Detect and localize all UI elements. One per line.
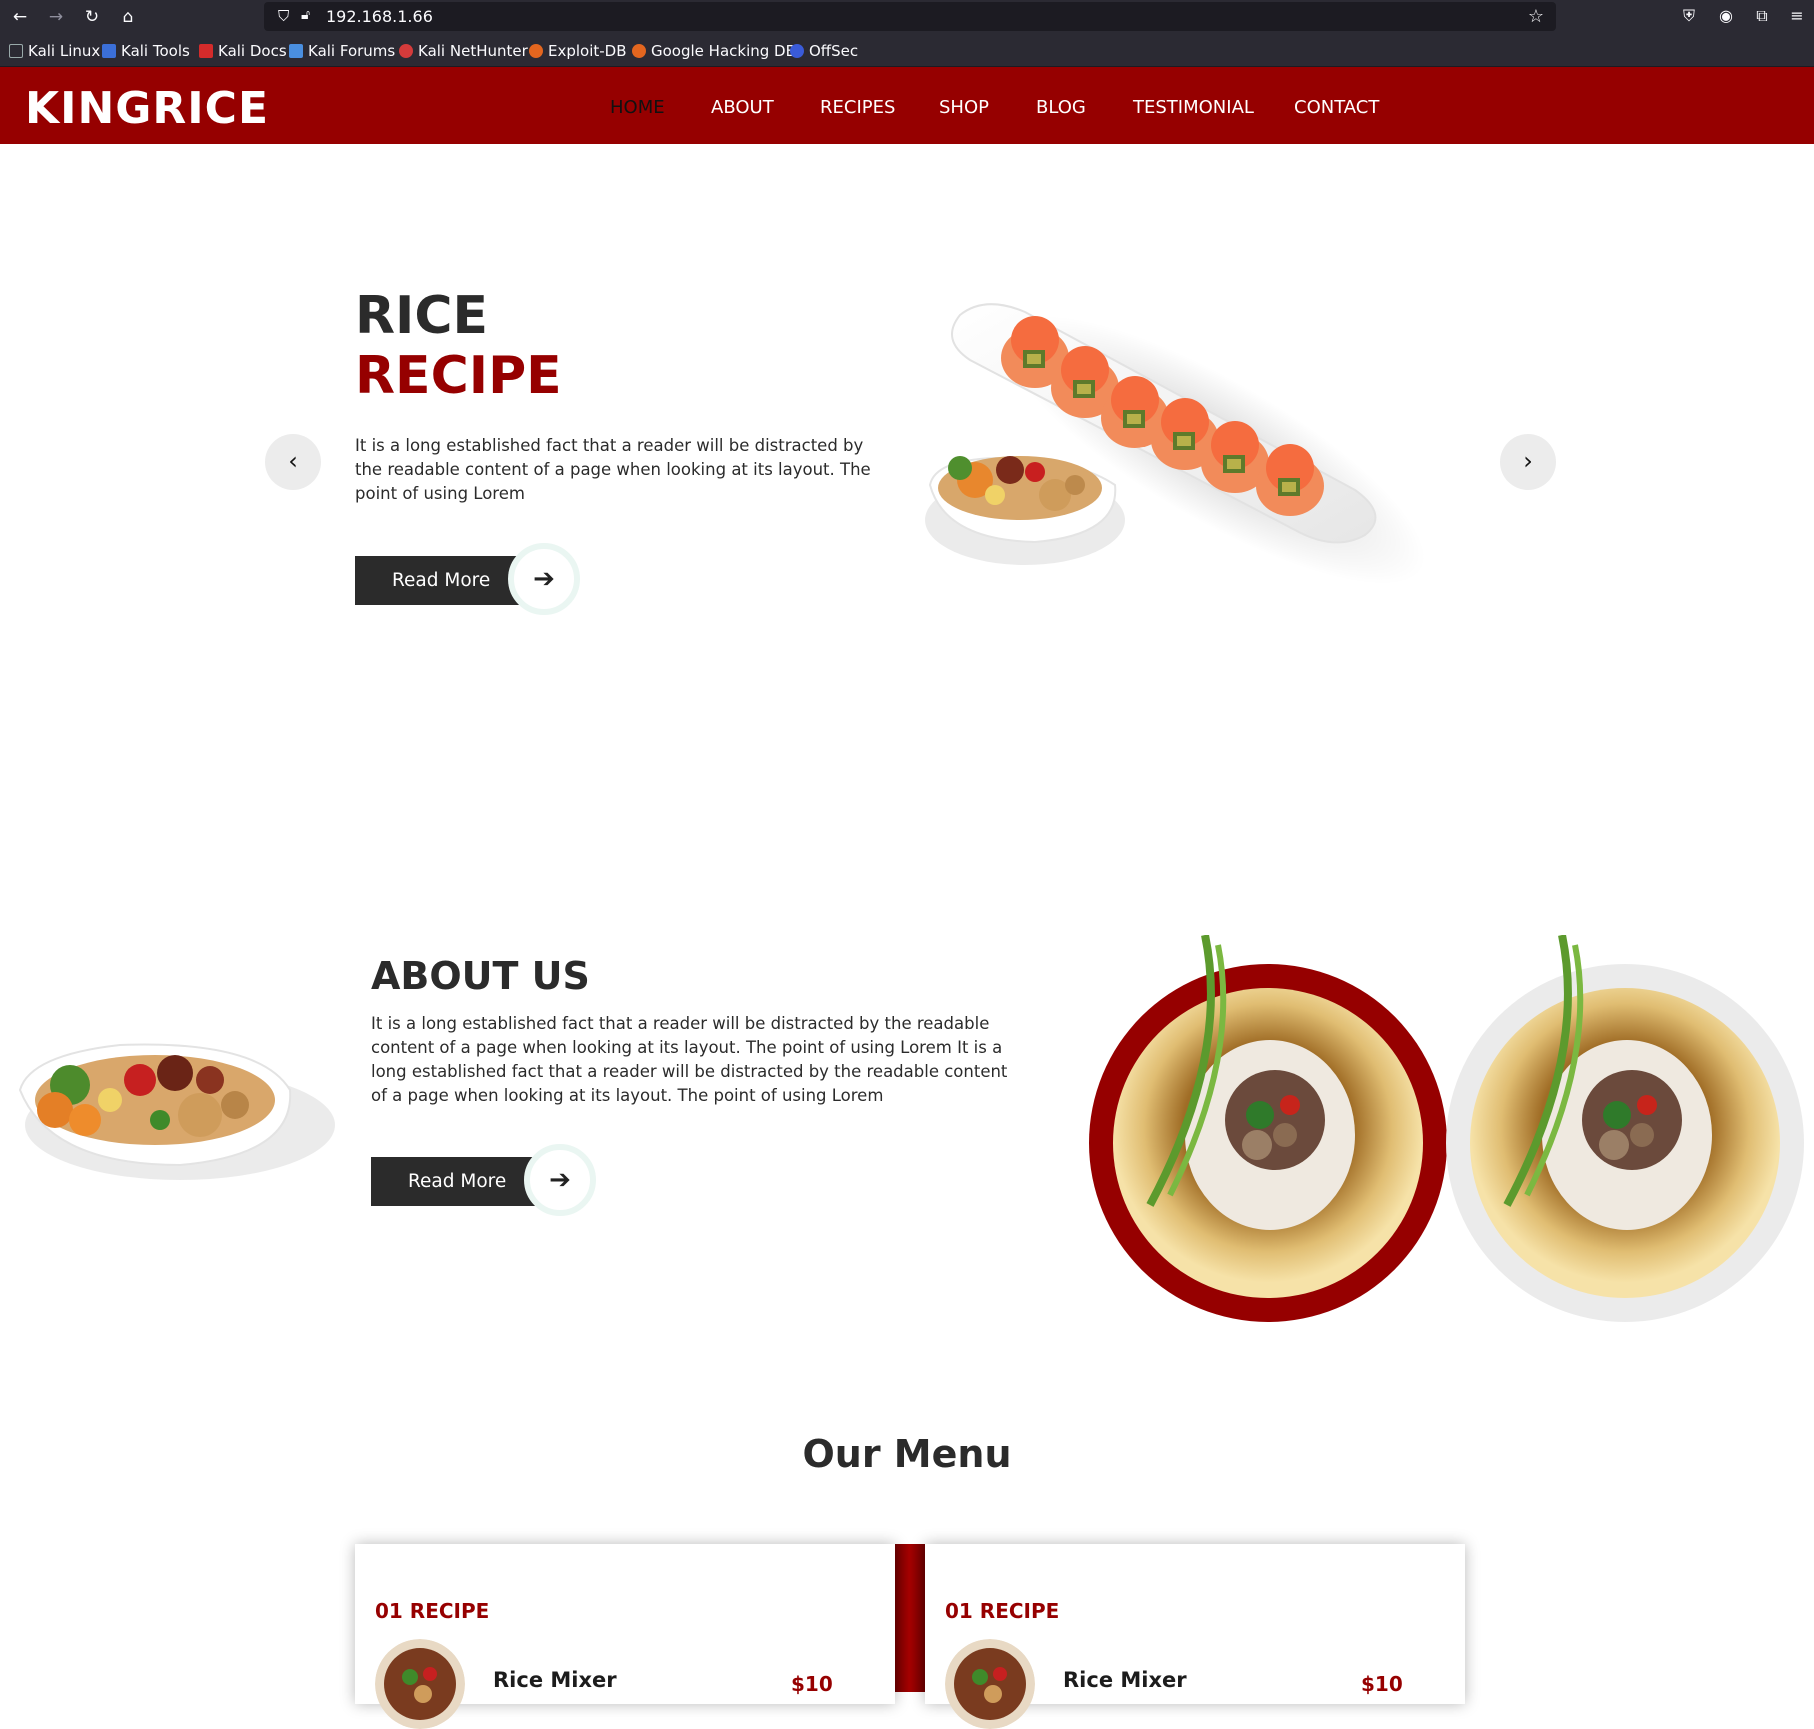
- card-recipe-label: 01 RECIPE: [945, 1599, 1060, 1623]
- nav-shop[interactable]: SHOP: [939, 97, 989, 118]
- nav-contact[interactable]: CONTACT: [1294, 97, 1379, 118]
- hero-title-line2: RECIPE: [355, 346, 562, 406]
- about-text: It is a long established fact that a rea…: [371, 1014, 1008, 1105]
- nav-recipes[interactable]: RECIPES: [820, 97, 895, 118]
- pocket-icon[interactable]: ⛨: [1678, 5, 1700, 27]
- bookmark-kali-docs[interactable]: Kali Docs: [199, 42, 287, 60]
- shield-icon[interactable]: ⛉: [278, 7, 289, 25]
- home-icon[interactable]: ⌂: [117, 6, 139, 28]
- hero-read-more-arrow-button[interactable]: ➔: [508, 543, 580, 615]
- bookmark-kali-nethunter[interactable]: Kali NetHunter: [399, 42, 528, 60]
- forward-icon[interactable]: →: [45, 6, 67, 28]
- nav-home[interactable]: HOME: [610, 97, 665, 118]
- about-title: ABOUT US: [371, 954, 590, 998]
- lock-icon[interactable]: 🔓︎: [301, 7, 310, 23]
- chevron-right-icon: ›: [1523, 447, 1533, 475]
- arrow-right-icon: ➔: [549, 1165, 571, 1195]
- kali-dragon-icon: [9, 44, 23, 58]
- exploit-db-icon: [529, 44, 543, 58]
- menu-card[interactable]: 01 RECIPE Rice Mixer $10: [925, 1544, 1465, 1729]
- bookmark-label: OffSec: [809, 42, 859, 60]
- about-read-more-button[interactable]: Read More: [371, 1157, 546, 1206]
- nethunter-icon: [399, 44, 413, 58]
- bookmark-label: Kali Forums: [308, 42, 396, 60]
- slider-next-button[interactable]: ›: [1500, 434, 1556, 490]
- site-logo[interactable]: KINGRICE: [25, 83, 269, 134]
- bookmark-kali-tools[interactable]: Kali Tools: [102, 42, 190, 60]
- offsec-icon: [790, 44, 804, 58]
- slider-prev-button[interactable]: ‹: [265, 434, 321, 490]
- chevron-left-icon: ‹: [288, 447, 298, 475]
- bookmark-kali-linux[interactable]: Kali Linux: [9, 42, 100, 60]
- bookmark-label: Kali Docs: [218, 42, 287, 60]
- browser-toolbar: ← → ↻ ⌂ ⛉ 🔓︎ 192.168.1.66 ☆ ⛨ ◉ ⧉ ≡: [0, 0, 1814, 33]
- card-item-name: Rice Mixer: [1063, 1668, 1187, 1692]
- card-thumbnail: [375, 1639, 465, 1729]
- card-item-price: $10: [791, 1672, 833, 1696]
- kali-forums-icon: [289, 44, 303, 58]
- nav-testimonial[interactable]: TESTIMONIAL: [1133, 97, 1254, 118]
- bookmark-offsec[interactable]: OffSec: [790, 42, 858, 60]
- bookmarks-bar: Kali Linux Kali Tools Kali Docs Kali For…: [0, 33, 1814, 67]
- kali-docs-icon: [199, 44, 213, 58]
- address-bar[interactable]: ⛉ 🔓︎ 192.168.1.66 ☆: [264, 2, 1556, 31]
- site-header: KINGRICE HOME ABOUT RECIPES SHOP BLOG TE…: [0, 67, 1814, 144]
- menu-card[interactable]: 01 RECIPE Rice Mixer $10: [355, 1544, 895, 1729]
- card-thumbnail: [945, 1639, 1035, 1729]
- arrow-right-icon: ➔: [533, 564, 555, 594]
- back-icon[interactable]: ←: [9, 6, 31, 28]
- bookmark-star-icon[interactable]: ☆: [1528, 6, 1544, 27]
- bookmark-label: Kali NetHunter: [418, 42, 528, 60]
- card-item-name: Rice Mixer: [493, 1668, 617, 1692]
- url-text[interactable]: 192.168.1.66: [326, 7, 433, 26]
- extensions-icon[interactable]: ⧉: [1751, 5, 1773, 27]
- nav-about[interactable]: ABOUT: [711, 97, 774, 118]
- reload-icon[interactable]: ↻: [81, 6, 103, 28]
- account-icon[interactable]: ◉: [1715, 5, 1737, 27]
- kali-tools-icon: [102, 44, 116, 58]
- bookmark-google-hacking-db[interactable]: Google Hacking DB: [632, 42, 796, 60]
- hero-read-more-button[interactable]: Read More: [355, 556, 530, 605]
- about-bowls-image: [1089, 935, 1804, 1322]
- bookmark-exploit-db[interactable]: Exploit-DB: [529, 42, 627, 60]
- hero-text: It is a long established fact that a rea…: [355, 436, 871, 503]
- bookmark-label: Google Hacking DB: [651, 42, 796, 60]
- menu-red-divider: [894, 1544, 925, 1692]
- about-rice-plate-image: [18, 1043, 335, 1180]
- hero-title-line1: RICE: [355, 286, 489, 346]
- about-read-more-arrow-button[interactable]: ➔: [524, 1144, 596, 1216]
- bookmark-label: Exploit-DB: [548, 42, 627, 60]
- card-item-price: $10: [1361, 1672, 1403, 1696]
- hero-sushi-image: [925, 303, 1426, 585]
- bookmark-label: Kali Linux: [28, 42, 101, 60]
- ghdb-icon: [632, 44, 646, 58]
- nav-blog[interactable]: BLOG: [1036, 97, 1086, 118]
- menu-icon[interactable]: ≡: [1786, 5, 1808, 27]
- bookmark-label: Kali Tools: [121, 42, 190, 60]
- bookmark-kali-forums[interactable]: Kali Forums: [289, 42, 395, 60]
- menu-section-title: Our Menu: [802, 1432, 1012, 1476]
- card-recipe-label: 01 RECIPE: [375, 1599, 490, 1623]
